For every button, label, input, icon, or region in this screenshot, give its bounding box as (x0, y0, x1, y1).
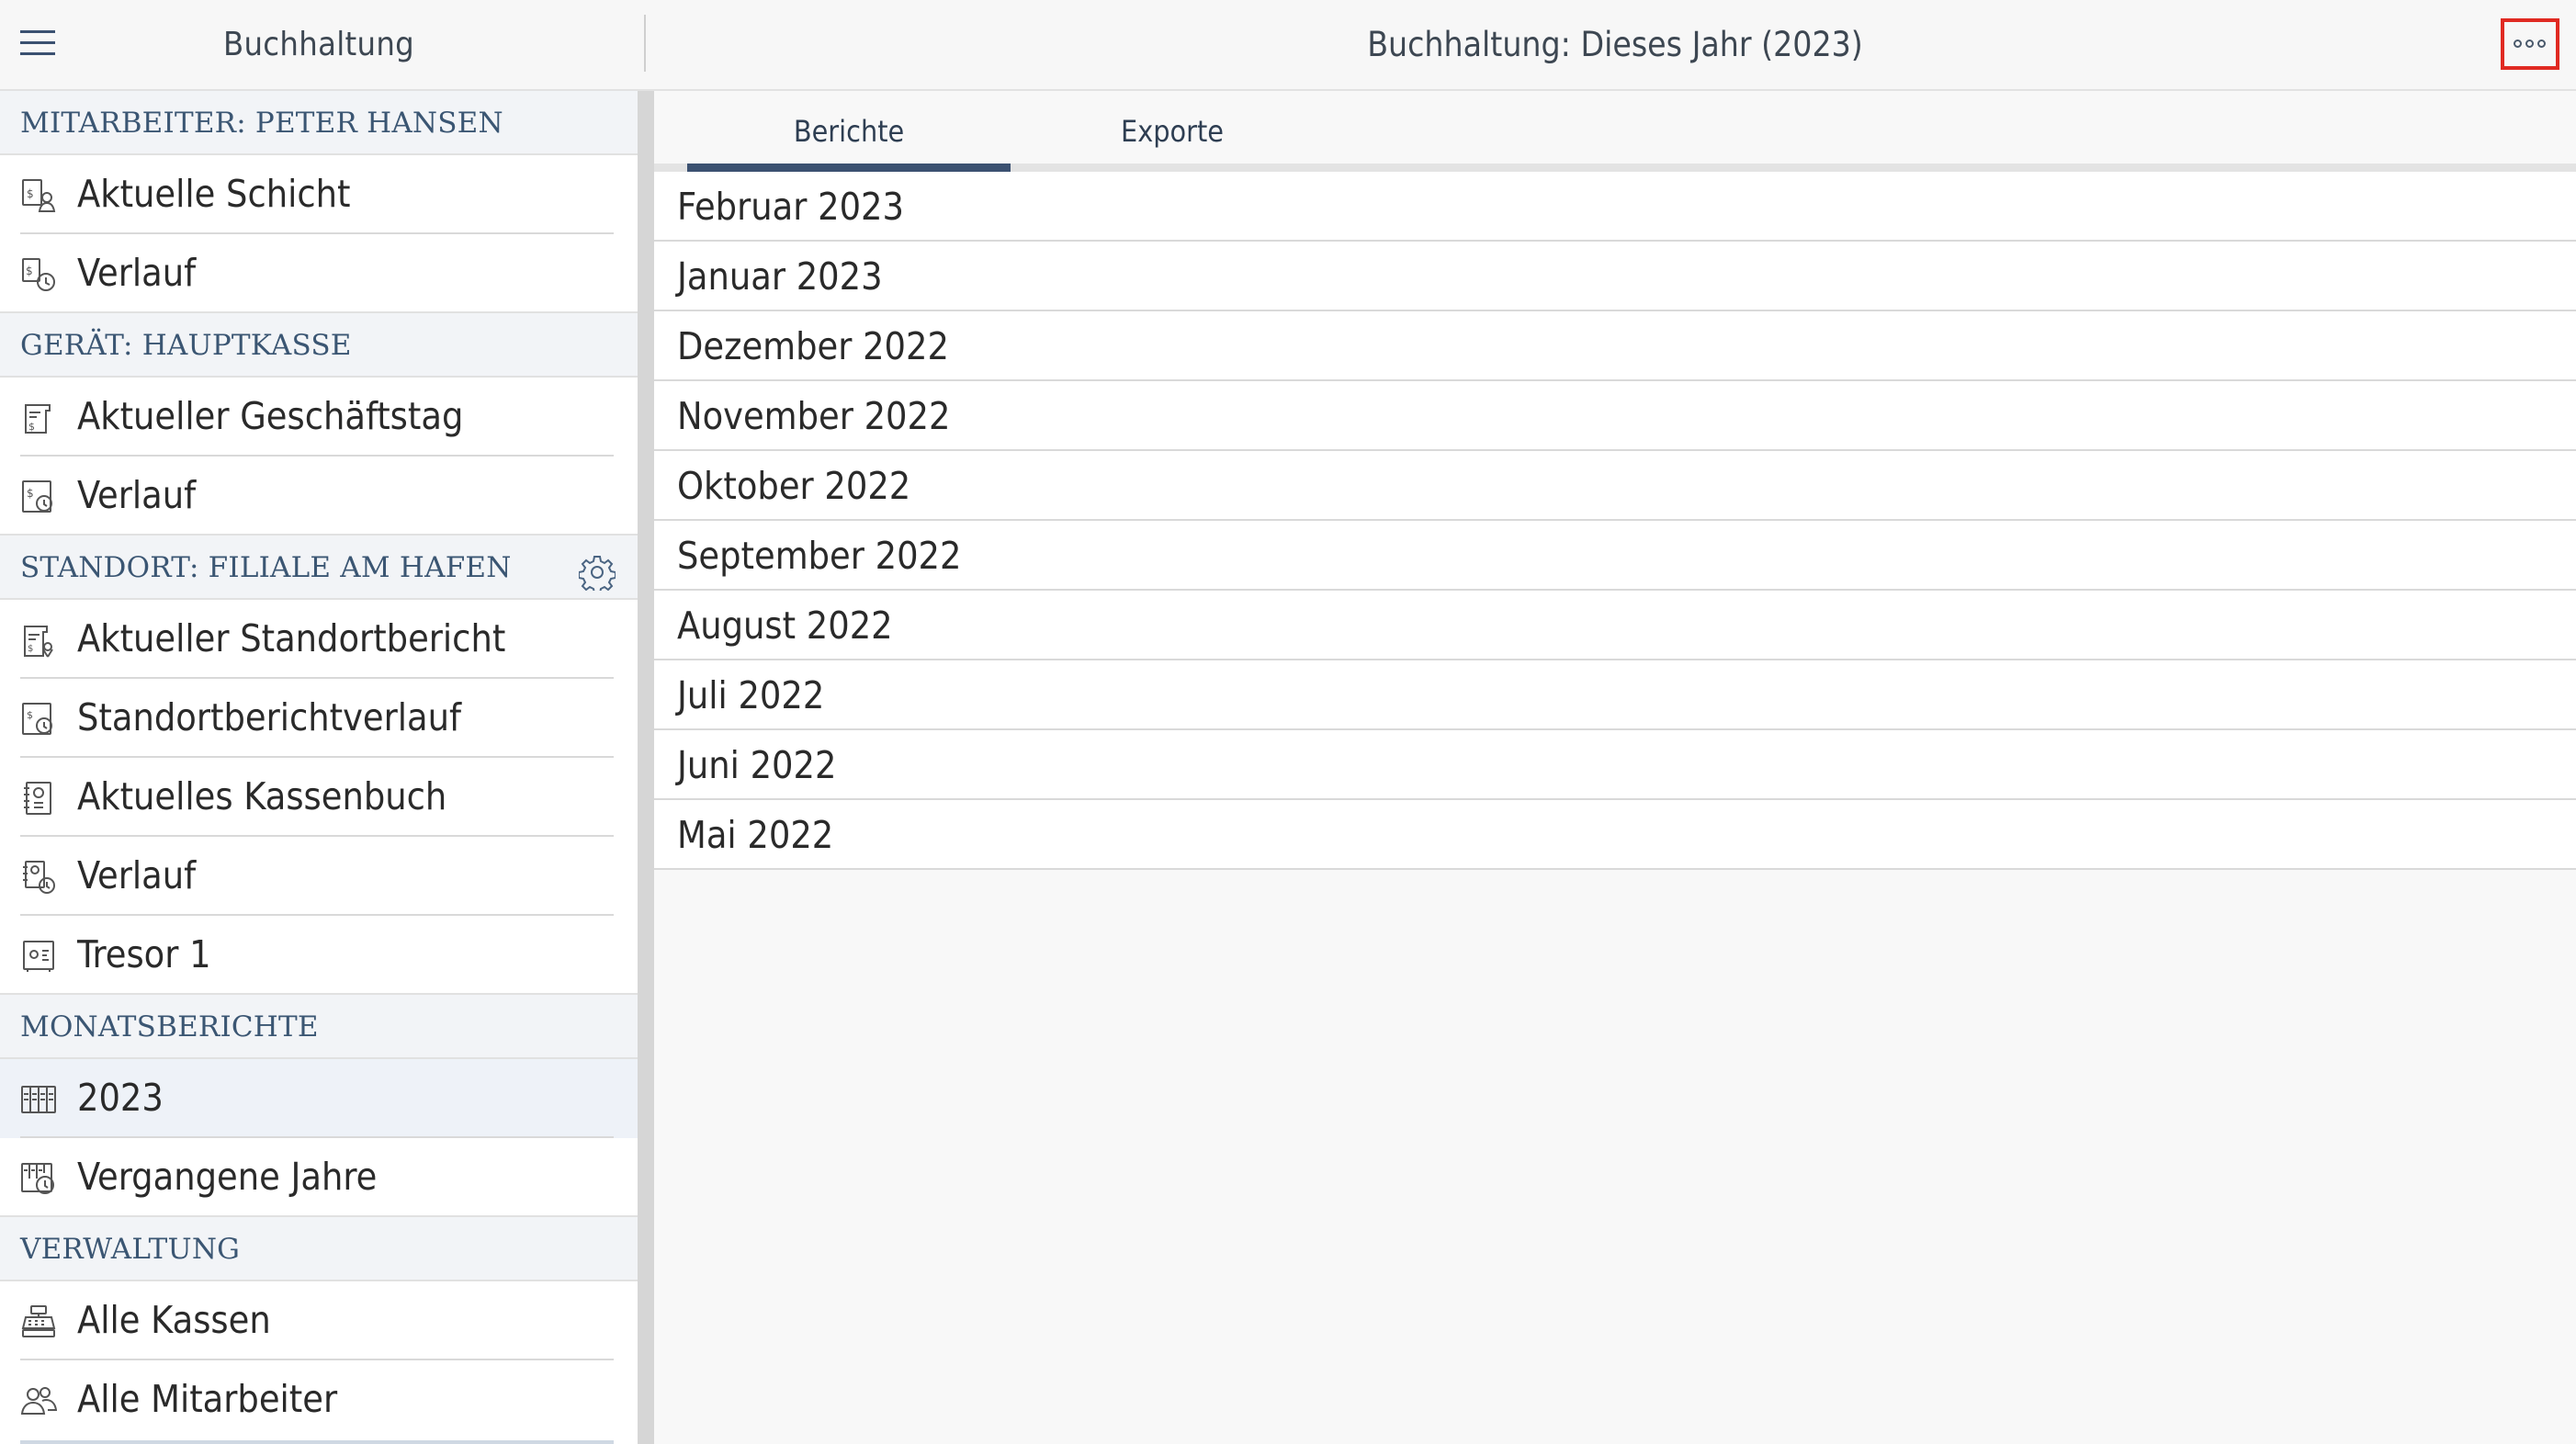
report-row[interactable]: August 2022 (654, 591, 2576, 660)
sidebar-item-all-employees[interactable]: Alle Mitarbeiter (0, 1360, 638, 1439)
report-row[interactable]: Oktober 2022 (654, 451, 2576, 521)
active-tab-indicator (687, 164, 1011, 172)
sidebar-title: Buchhaltung (222, 26, 415, 63)
svg-text:$: $ (27, 709, 33, 721)
sidebar-header: Buchhaltung (0, 0, 638, 91)
sidebar-item-label: Aktuelles Kassenbuch (77, 774, 447, 818)
report-row[interactable]: November 2022 (654, 381, 2576, 451)
cash-register-icon (20, 1303, 57, 1340)
gear-icon[interactable] (578, 549, 616, 594)
tab-bar: Berichte Exporte (654, 91, 2576, 174)
sidebar-item-device-history[interactable]: $ Verlauf (0, 457, 638, 536)
sidebar-item-all-registers[interactable]: Alle Kassen (0, 1281, 638, 1360)
sidebar-item-label: Aktuelle Schicht (77, 172, 351, 216)
sidebar-item-safe[interactable]: Tresor 1 (0, 916, 638, 995)
sidebar-item-label: Aktueller Geschäftstag (77, 394, 464, 438)
svg-text:$: $ (28, 644, 33, 654)
svg-text:$: $ (26, 265, 33, 277)
sidebar-item-past-years[interactable]: Vergangene Jahre (0, 1138, 638, 1217)
sidebar-item-label: 2023 (77, 1076, 164, 1120)
main-panel: Buchhaltung: Dieses Jahr (2023) Berichte… (654, 0, 2576, 1444)
report-row[interactable]: Juli 2022 (654, 660, 2576, 730)
section-header-location-label: STANDORT: FILIALE AM HAFEN (20, 551, 512, 584)
sidebar-item-cashbook-history[interactable]: Verlauf (0, 837, 638, 916)
split-divider-header (638, 0, 654, 91)
page-title: Buchhaltung: Dieses Jahr (2023) (1367, 25, 1863, 64)
section-header-location: STANDORT: FILIALE AM HAFEN (0, 536, 638, 600)
svg-text:$: $ (27, 487, 34, 500)
sidebar-item-label: Verlauf (77, 853, 197, 897)
sidebar-item-label: Verlauf (77, 251, 197, 295)
section-header-monthly-reports: MONATSBERICHTE (0, 995, 638, 1059)
svg-text:$: $ (27, 187, 34, 200)
receipt-icon: $ (20, 400, 57, 436)
sidebar-item-shift-history[interactable]: $ Verlauf (0, 234, 638, 313)
report-row[interactable]: Mai 2022 (654, 800, 2576, 870)
monthly-reports-icon (20, 1081, 57, 1118)
sidebar-scroll-indicator (20, 1440, 614, 1444)
report-row[interactable]: Dezember 2022 (654, 311, 2576, 381)
safe-icon (20, 938, 57, 975)
sidebar-item-label: Vergangene Jahre (77, 1155, 378, 1199)
report-list: Februar 2023 Januar 2023 Dezember 2022 N… (654, 172, 2576, 870)
more-options-icon (2525, 39, 2534, 48)
sidebar: Buchhaltung MITARBEITER: PETER HANSEN $ … (0, 0, 638, 1444)
report-row[interactable]: Juni 2022 (654, 730, 2576, 800)
sidebar-item-label: Tresor 1 (77, 932, 211, 976)
divider-grip[interactable] (644, 15, 646, 72)
location-report-icon: $ (20, 622, 57, 659)
sidebar-item-label: Alle Kassen (77, 1298, 271, 1342)
split-divider[interactable] (638, 0, 654, 1444)
sidebar-item-label: Alle Mitarbeiter (77, 1377, 338, 1421)
sidebar-item-label: Standortberichtverlauf (77, 695, 461, 739)
sidebar-item-current-location-report[interactable]: $ Aktueller Standortbericht (0, 600, 638, 679)
sidebar-item-current-cashbook[interactable]: Aktuelles Kassenbuch (0, 758, 638, 837)
device-history-icon: $ (20, 479, 57, 515)
more-options-icon (2537, 39, 2546, 48)
sidebar-item-label: Verlauf (77, 473, 197, 517)
sidebar-item-current-shift[interactable]: $ Aktuelle Schicht (0, 155, 638, 234)
cashbook-icon (20, 780, 57, 817)
past-years-icon (20, 1160, 57, 1197)
report-row[interactable]: September 2022 (654, 521, 2576, 591)
sidebar-item-label: Aktueller Standortbericht (77, 616, 506, 660)
sidebar-nav: MITARBEITER: PETER HANSEN $ Aktuelle Sch… (0, 91, 638, 1439)
report-row[interactable]: Januar 2023 (654, 242, 2576, 311)
main-header: Buchhaltung: Dieses Jahr (2023) (654, 0, 2576, 91)
cashbook-history-icon (20, 859, 57, 896)
users-icon (20, 1382, 58, 1419)
section-header-employee: MITARBEITER: PETER HANSEN (0, 91, 638, 155)
shift-history-icon: $ (20, 256, 57, 293)
sidebar-item-2023[interactable]: 2023 (0, 1059, 638, 1138)
sidebar-item-location-report-history[interactable]: $ Standortberichtverlauf (0, 679, 638, 758)
more-options-icon (2514, 39, 2522, 48)
section-header-device: GERÄT: HAUPTKASSE (0, 313, 638, 378)
tab-reports[interactable]: Berichte (687, 91, 1011, 168)
svg-text:$: $ (28, 421, 35, 433)
location-history-icon: $ (20, 701, 57, 738)
shift-report-icon: $ (20, 177, 57, 214)
section-header-admin: VERWALTUNG (0, 1217, 638, 1281)
report-row[interactable]: Februar 2023 (654, 172, 2576, 242)
more-options-button[interactable] (2501, 18, 2559, 70)
sidebar-item-current-business-day[interactable]: $ Aktueller Geschäftstag (0, 378, 638, 457)
tab-exports[interactable]: Exporte (1011, 91, 1334, 168)
